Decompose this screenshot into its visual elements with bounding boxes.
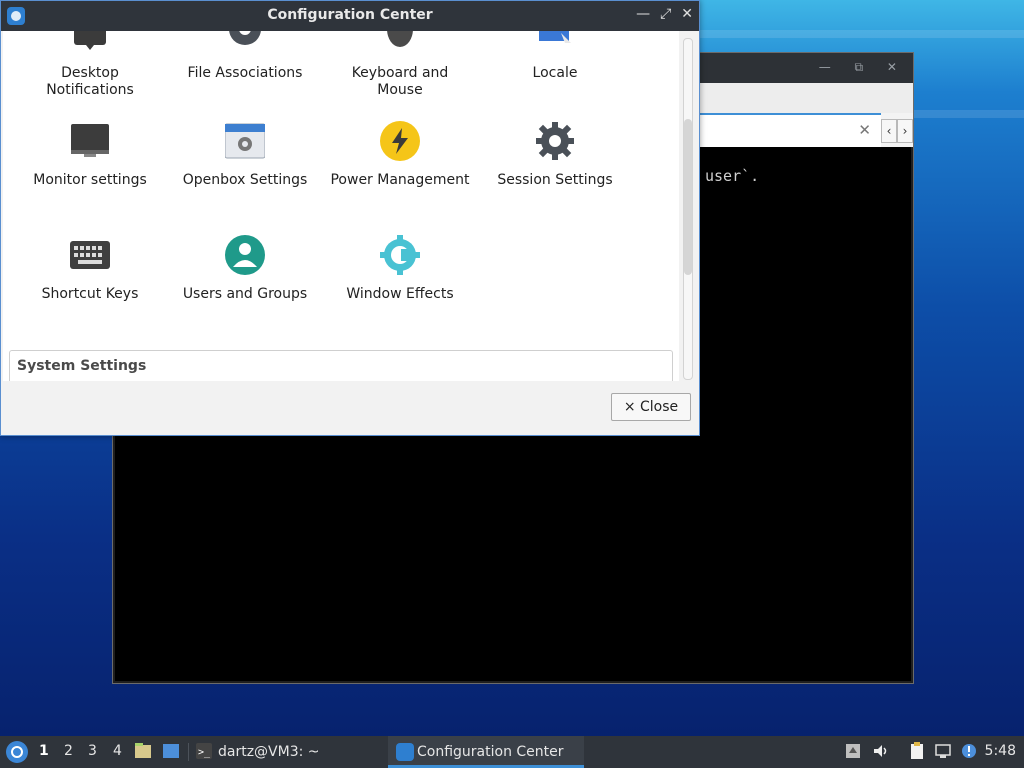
window-title: Configuration Center [267,7,433,23]
item-label: Desktop [61,65,119,81]
item-locale[interactable]: Locale [478,31,632,99]
configuration-center-window: Configuration Center — ⤢ ✕ Desktop Notif… [0,0,700,436]
gear-icon [229,31,261,45]
configuration-center-titlebar[interactable]: Configuration Center — ⤢ ✕ [1,1,699,31]
clock[interactable]: 5:48 [985,743,1016,759]
item-power-management[interactable]: Power Management [323,121,477,191]
power-bolt-icon [380,121,420,161]
minimize-icon[interactable]: — [636,6,650,22]
item-label: Users and Groups [182,286,308,302]
notifications-icon [74,31,106,50]
task-configuration-center-label: Configuration Center [417,744,564,760]
item-openbox-settings[interactable]: Openbox Settings [168,121,322,191]
monitor-icon [71,124,109,157]
item-label: Monitor settings [33,172,147,188]
volume-icon[interactable] [872,742,890,760]
mouse-icon [387,31,413,47]
user-avatar-icon [225,235,265,275]
item-label: Session Settings [497,172,613,188]
item-label: Keyboard and [351,65,449,81]
item-session-settings[interactable]: Session Settings [478,121,632,191]
compton-effects-icon [380,235,420,275]
workspace-3[interactable]: 3 [88,743,97,759]
network-icon[interactable] [934,742,952,760]
item-label: Notifications [46,82,134,98]
task-configuration-center[interactable]: Configuration Center [388,736,584,768]
workspace-1[interactable]: 1 [39,743,49,759]
show-desktop-icon[interactable] [162,742,180,760]
tab-scroll-left-button[interactable]: ‹ [881,119,897,143]
maximize-icon[interactable]: ⤢ [660,6,671,22]
terminal-icon: >_ [196,743,212,759]
item-users-and-groups[interactable]: Users and Groups [168,235,322,305]
keyboard-icon [70,241,110,269]
system-settings-section: System Settings [9,350,673,381]
item-monitor-settings[interactable]: Monitor settings [13,121,167,191]
vertical-scrollbar[interactable] [683,38,693,380]
notification-icon[interactable] [960,742,978,760]
configuration-center-icon [396,743,414,761]
scrollbar-thumb[interactable] [684,119,692,275]
close-button[interactable]: × Close [611,393,691,421]
item-label: Locale [532,65,578,81]
terminal-output-text: user`. [705,167,760,185]
section-title: System Settings [17,358,147,374]
openbox-window-icon [225,123,265,159]
item-file-associations[interactable]: File Associations [168,31,322,99]
item-label: Openbox Settings [182,172,308,188]
item-label: Power Management [330,172,470,188]
item-label: File Associations [187,65,303,81]
item-desktop-notifications[interactable]: Desktop Notifications [13,31,167,99]
task-terminal[interactable]: >_ dartz@VM3: ~ [196,736,386,768]
item-label: Shortcut Keys [41,286,139,302]
tab-close-icon[interactable]: ✕ [858,121,871,139]
close-x-icon: × [623,399,636,415]
task-terminal-label: dartz@VM3: ~ [218,744,320,760]
item-label: Window Effects [346,286,454,302]
terminal-window-buttons[interactable]: — ⧉ ✕ [819,60,907,75]
clipboard-icon[interactable] [908,742,926,760]
taskbar: 1 2 3 4 >_ dartz@VM3: ~ Configuration Ce… [0,736,1024,768]
settings-grid: Desktop Notifications File Associations … [3,31,679,381]
tab-scroll-right-button[interactable]: › [897,119,913,143]
file-manager-icon[interactable] [134,742,152,760]
workspace-4[interactable]: 4 [113,743,122,759]
svg-text:>_: >_ [198,747,211,758]
item-shortcut-keys[interactable]: Shortcut Keys [13,235,167,305]
item-window-effects[interactable]: Window Effects [323,235,477,305]
close-button-label: Close [640,399,679,415]
gear-icon [536,122,574,160]
item-label: Mouse [377,82,423,98]
wallpaper-streak [700,30,1024,38]
close-icon[interactable]: ✕ [681,6,693,22]
locale-flag-icon [539,31,571,43]
start-menu-icon[interactable] [6,741,28,763]
taskbar-separator [188,743,189,761]
item-keyboard-and-mouse[interactable]: Keyboard and Mouse [323,31,477,99]
eject-icon[interactable] [844,742,862,760]
workspace-2[interactable]: 2 [64,743,73,759]
